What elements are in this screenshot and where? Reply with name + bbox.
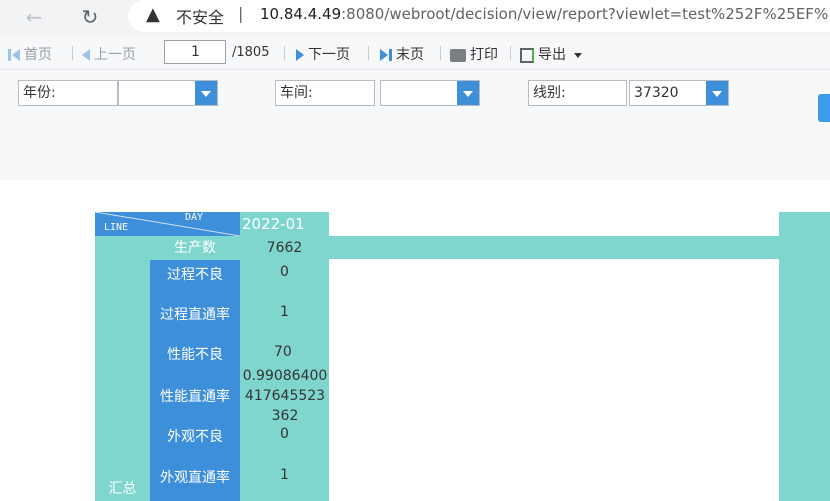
first-page-icon	[8, 49, 11, 61]
warning-icon[interactable]: ▲	[146, 4, 160, 25]
parameter-panel: 年份: 车间: 线别: 37320	[0, 70, 830, 180]
next-page-button[interactable]: 下一页	[296, 44, 350, 64]
printer-icon	[450, 48, 466, 62]
metric-value: 1	[280, 304, 289, 320]
print-label: 打印	[470, 47, 498, 63]
line-select-value: 37320	[634, 85, 679, 101]
export-icon	[520, 47, 534, 63]
first-page-button[interactable]: 首页	[8, 44, 52, 64]
last-page-label: 末页	[396, 47, 424, 63]
right-teal-column	[779, 212, 830, 501]
summary-label: 汇总	[108, 481, 137, 497]
address-separator: |	[238, 4, 244, 23]
metric-label: 性能直通率	[160, 389, 230, 405]
report-area: DAY LINE 2022-01 汇总 生产数 7662 过程不良 0 过程直通…	[0, 180, 830, 501]
metric-value: 70	[274, 344, 292, 360]
dropdown-arrow-icon[interactable]	[195, 81, 217, 105]
print-button[interactable]: 打印	[450, 44, 498, 64]
prev-page-label: 上一页	[94, 47, 136, 63]
last-page-icon	[389, 49, 392, 61]
export-button[interactable]: 导出	[520, 44, 583, 64]
toolbar-divider	[72, 46, 73, 60]
line-select[interactable]: 37320	[629, 80, 729, 106]
metric-label: 外观不良	[167, 429, 223, 445]
total-pages: /1805	[232, 45, 270, 60]
dropdown-arrow-icon[interactable]	[457, 81, 479, 105]
next-page-icon	[296, 49, 304, 61]
summary-column	[95, 236, 150, 501]
metric-label: 外观直通率	[160, 470, 230, 486]
prev-page-button[interactable]: 上一页	[82, 44, 136, 64]
toolbar-divider	[368, 46, 369, 60]
prev-page-icon	[82, 49, 90, 61]
workshop-select[interactable]	[380, 80, 480, 106]
metric-label: 性能不良	[167, 347, 223, 363]
next-page-label: 下一页	[308, 47, 350, 63]
toolbar-divider	[284, 46, 285, 60]
dropdown-arrow-icon[interactable]	[706, 81, 728, 105]
production-value: 7662	[240, 236, 329, 260]
last-page-triangle	[380, 49, 388, 61]
chevron-down-icon	[574, 52, 583, 58]
corner-header-cell: DAY LINE	[95, 212, 240, 236]
metric-value: 1	[280, 467, 289, 483]
line-label: 线别:	[528, 80, 627, 106]
report-toolbar: 首页 上一页 1 /1805 下一页 末页 打印 导出	[0, 36, 830, 70]
year-select[interactable]	[118, 80, 218, 106]
reload-icon[interactable]: ↻	[76, 3, 104, 31]
back-arrow-icon[interactable]: ←	[20, 3, 48, 31]
production-label: 生产数	[150, 236, 240, 260]
production-row-extension	[329, 236, 779, 259]
export-label: 导出	[538, 47, 566, 63]
metric-value: 0	[280, 264, 289, 280]
month-header: 2022-01	[240, 212, 329, 236]
last-page-button[interactable]: 末页	[380, 44, 424, 64]
browser-bar: ← ↻ ▲ 不安全 | 10.84.4.49:8080/webroot/deci…	[0, 0, 830, 36]
metric-value: 0.99086400417645523362	[242, 368, 328, 424]
year-label: 年份:	[18, 80, 118, 106]
metric-label: 过程不良	[167, 267, 223, 283]
workshop-label: 车间:	[275, 80, 375, 106]
query-button[interactable]	[818, 94, 830, 122]
url-host: 10.84.4.49	[260, 5, 342, 23]
url-text[interactable]: 10.84.4.49:8080/webroot/decision/view/re…	[260, 5, 828, 23]
metric-label: 过程直通率	[160, 307, 230, 323]
first-page-triangle	[12, 49, 20, 61]
metric-value: 0	[280, 426, 289, 442]
metric-label-column	[150, 260, 240, 501]
day-header: DAY	[185, 212, 204, 223]
toolbar-divider	[510, 46, 511, 60]
line-header: LINE	[104, 222, 129, 233]
page-number-input[interactable]: 1	[164, 40, 226, 64]
address-bar[interactable]: ▲ 不安全 | 10.84.4.49:8080/webroot/decision…	[128, 0, 830, 32]
insecure-label[interactable]: 不安全	[176, 4, 224, 28]
first-page-label: 首页	[24, 47, 52, 63]
url-path: :8080/webroot/decision/view/report?viewl…	[341, 5, 829, 23]
toolbar-divider	[440, 46, 441, 60]
